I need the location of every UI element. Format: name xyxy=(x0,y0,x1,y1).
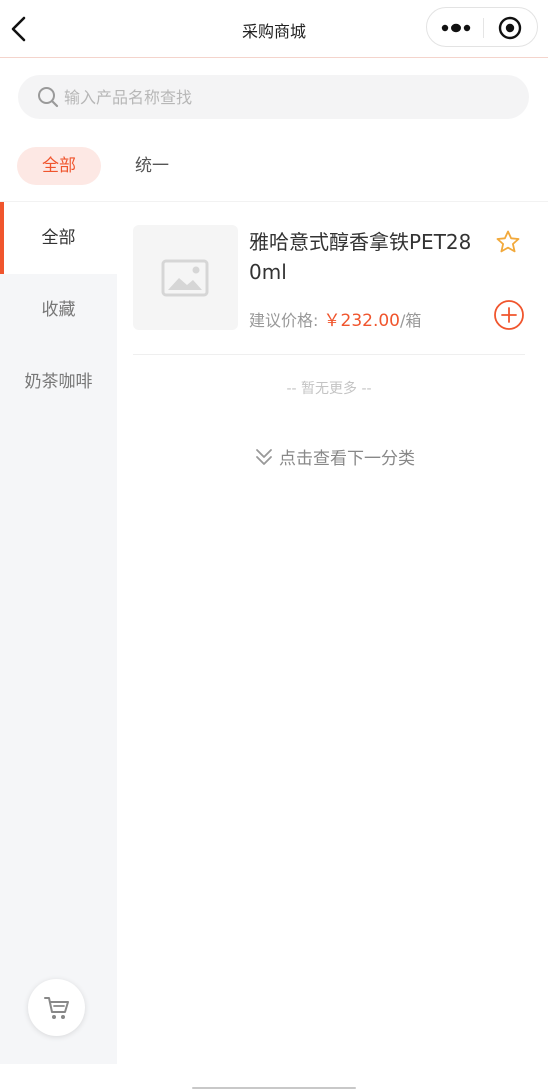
price-value: ￥232.00 xyxy=(323,311,400,331)
price-unit: /箱 xyxy=(399,311,422,330)
cart-button[interactable] xyxy=(28,979,85,1036)
more-dots-icon[interactable] xyxy=(440,20,472,36)
image-placeholder-icon xyxy=(161,259,209,297)
mini-program-capsule xyxy=(426,7,538,47)
active-indicator xyxy=(0,202,4,274)
product-card[interactable]: 雅哈意式醇香拿铁PET280ml 建议价格: ￥232.00/箱 xyxy=(133,225,525,355)
next-category-link[interactable]: 点击查看下一分类 xyxy=(133,444,537,472)
price-label: 建议价格: xyxy=(249,311,319,330)
tab-all-brands[interactable]: 全部 xyxy=(17,147,101,185)
capsule-divider xyxy=(483,18,484,38)
sidebar-item-all[interactable]: 全部 xyxy=(0,202,117,274)
target-circle-icon[interactable] xyxy=(497,15,523,41)
double-chevron-down-icon xyxy=(256,448,272,465)
search-bar xyxy=(18,75,529,119)
star-outline-icon[interactable] xyxy=(495,229,521,255)
category-sidebar: 全部 收藏 奶茶咖啡 xyxy=(0,202,117,1064)
brand-tabs: 全部 统一 xyxy=(0,140,548,202)
sidebar-item-label: 奶茶咖啡 xyxy=(24,372,93,392)
no-more-text: -- 暂无更多 -- xyxy=(286,381,372,397)
bottom-safe-area xyxy=(0,1064,548,1089)
sidebar-item-label: 收藏 xyxy=(41,300,76,320)
next-category-label: 点击查看下一分类 xyxy=(279,449,415,469)
product-thumbnail xyxy=(133,225,238,330)
sidebar-item-milk-tea-coffee[interactable]: 奶茶咖啡 xyxy=(0,346,117,418)
search-icon xyxy=(37,86,59,108)
sidebar-item-favorites[interactable]: 收藏 xyxy=(0,274,117,346)
product-name: 雅哈意式醇香拿铁PET280ml xyxy=(249,230,472,284)
navigation-bar: 采购商城 xyxy=(0,0,548,58)
price-row: 建议价格: ￥232.00/箱 xyxy=(249,306,421,331)
search-input[interactable] xyxy=(64,75,504,119)
tab-brand-tongyi[interactable]: 统一 xyxy=(135,147,169,185)
sidebar-item-label: 全部 xyxy=(41,228,76,248)
cart-icon xyxy=(44,997,69,1019)
plus-circle-icon[interactable] xyxy=(493,299,525,331)
